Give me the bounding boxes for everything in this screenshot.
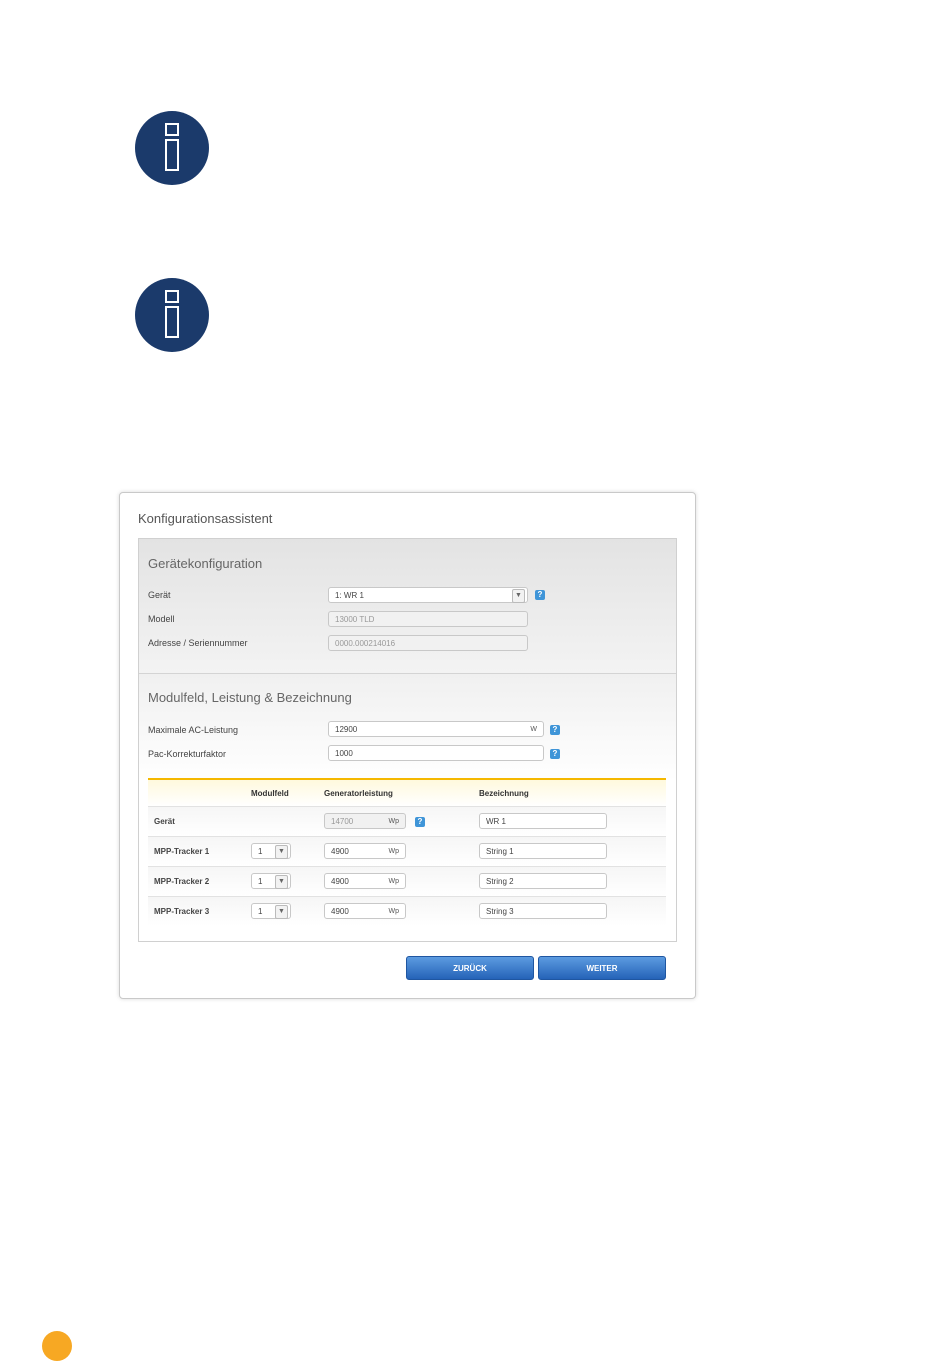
- wizard-panel: Gerätekonfiguration Gerät 1: WR 1 ▼ ? Mo…: [138, 538, 677, 942]
- model-field: 13000 TLD: [328, 611, 528, 627]
- pac-input[interactable]: 1000: [328, 745, 544, 761]
- modulfeld-select[interactable]: 1 ▼: [251, 903, 291, 919]
- max-ac-unit: W: [530, 726, 537, 733]
- help-icon[interactable]: ?: [415, 817, 425, 827]
- device-label: Gerät: [148, 590, 171, 600]
- name-input[interactable]: String 2: [479, 873, 607, 889]
- max-ac-value: 12900: [335, 725, 358, 734]
- info-icon: [135, 278, 209, 352]
- power-unit: Wp: [388, 818, 400, 825]
- generator-power-value: 4900: [331, 877, 349, 886]
- column-bezeichnung: Bezeichnung: [479, 789, 529, 798]
- chevron-down-icon: ▼: [275, 905, 288, 919]
- modulfeld-select[interactable]: 1 ▼: [251, 873, 291, 889]
- generator-power-field: 14700 Wp: [324, 813, 406, 829]
- page-marker: [42, 1331, 72, 1361]
- device-select-value: 1: WR 1: [335, 591, 364, 600]
- generator-power-value: 14700: [331, 817, 354, 826]
- column-generatorleistung: Generatorleistung: [324, 789, 393, 798]
- table-row: MPP-Tracker 1 1 ▼ 4900 Wp String 1: [148, 836, 666, 866]
- column-modulfeld: Modulfeld: [251, 789, 289, 798]
- name-input[interactable]: String 1: [479, 843, 607, 859]
- table-row: Gerät 14700 Wp ? WR 1: [148, 806, 666, 836]
- table-header: Modulfeld Generatorleistung Bezeichnung: [148, 778, 666, 806]
- help-icon[interactable]: ?: [550, 749, 560, 759]
- generator-power-value: 4900: [331, 907, 349, 916]
- next-button[interactable]: WEITER: [538, 956, 666, 980]
- generator-power-input[interactable]: 4900 Wp: [324, 903, 406, 919]
- device-config-title: Gerätekonfiguration: [148, 556, 263, 571]
- device-config-section: Gerätekonfiguration Gerät 1: WR 1 ▼ ? Mo…: [139, 539, 676, 674]
- pac-label: Pac-Korrekturfaktor: [148, 749, 227, 759]
- row-label: Gerät: [154, 817, 175, 826]
- modulfeld-value: 1: [258, 847, 263, 856]
- generator-power-input[interactable]: 4900 Wp: [324, 873, 406, 889]
- help-icon[interactable]: ?: [550, 725, 560, 735]
- power-unit: Wp: [388, 878, 400, 885]
- generator-power-value: 4900: [331, 847, 349, 856]
- help-icon[interactable]: ?: [535, 590, 545, 600]
- configuration-wizard: Konfigurationsassistent Gerätekonfigurat…: [119, 492, 696, 999]
- power-unit: Wp: [388, 848, 400, 855]
- max-ac-label: Maximale AC-Leistung: [148, 725, 239, 735]
- modulfeld-value: 1: [258, 907, 263, 916]
- address-label: Adresse / Seriennummer: [148, 638, 248, 648]
- info-icon: [135, 111, 209, 185]
- model-label: Modell: [148, 614, 175, 624]
- power-unit: Wp: [388, 908, 400, 915]
- chevron-down-icon: ▼: [512, 589, 525, 603]
- address-field: 0000.000214016: [328, 635, 528, 651]
- table-row: MPP-Tracker 2 1 ▼ 4900 Wp String 2: [148, 866, 666, 896]
- table-row: MPP-Tracker 3 1 ▼ 4900 Wp String 3: [148, 896, 666, 926]
- name-input[interactable]: String 3: [479, 903, 607, 919]
- module-config-title: Modulfeld, Leistung & Bezeichnung: [148, 690, 352, 705]
- modulfeld-select[interactable]: 1 ▼: [251, 843, 291, 859]
- row-label: MPP-Tracker 2: [154, 877, 210, 886]
- row-label: MPP-Tracker 3: [154, 907, 210, 916]
- max-ac-input[interactable]: 12900 W: [328, 721, 544, 737]
- back-button[interactable]: ZURÜCK: [406, 956, 534, 980]
- generator-power-input[interactable]: 4900 Wp: [324, 843, 406, 859]
- wizard-title: Konfigurationsassistent: [138, 511, 273, 526]
- modulfeld-value: 1: [258, 877, 263, 886]
- chevron-down-icon: ▼: [275, 875, 288, 889]
- device-select[interactable]: 1: WR 1 ▼: [328, 587, 528, 603]
- row-label: MPP-Tracker 1: [154, 847, 210, 856]
- chevron-down-icon: ▼: [275, 845, 288, 859]
- name-input[interactable]: WR 1: [479, 813, 607, 829]
